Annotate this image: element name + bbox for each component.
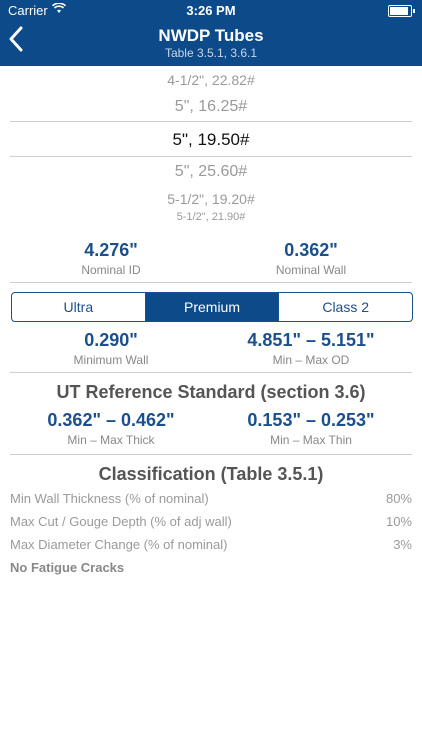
battery-icon [388, 5, 415, 17]
classification-row: Max Cut / Gouge Depth (% of adj wall) 10… [10, 514, 412, 529]
section-divider [10, 372, 412, 373]
thick-range-label: Min – Max Thick [67, 433, 155, 447]
classification-row-value: 80% [385, 491, 412, 506]
od-range-stat: 4.851" – 5.151" Min – Max OD [221, 330, 401, 367]
picker-item-selected[interactable]: 5", 19.50# [10, 130, 412, 150]
picker-item[interactable]: 5-1/2", 19.20# [10, 191, 412, 207]
picker-item[interactable]: 5", 25.60# [10, 163, 412, 181]
ut-reference-title: UT Reference Standard (section 3.6) [56, 382, 366, 402]
page-title: NWDP Tubes [158, 26, 264, 45]
segment-class-2[interactable]: Class 2 [279, 293, 412, 321]
segment-ultra[interactable]: Ultra [12, 293, 146, 321]
classification-row-value: 10% [385, 514, 412, 529]
nominal-id-stat: 4.276" Nominal ID [21, 240, 201, 277]
classification-row: Max Diameter Change (% of nominal) 3% [10, 537, 412, 552]
class-segmented-control[interactable]: Ultra Premium Class 2 [11, 292, 413, 322]
picker-divider [10, 156, 412, 157]
thick-range-value: 0.362" – 0.462" [47, 410, 175, 430]
section-divider [10, 282, 412, 283]
od-range-label: Min – Max OD [272, 353, 350, 367]
classification-row-label: Max Cut / Gouge Depth (% of adj wall) [10, 514, 232, 529]
nominal-id-value: 4.276" [84, 240, 138, 260]
picker-item[interactable]: 5", 16.25# [10, 98, 412, 116]
tube-size-picker[interactable]: 4-1/2", 22.82# 5", 16.25# 5", 19.50# 5",… [10, 66, 412, 226]
classification-row-label: Max Diameter Change (% of nominal) [10, 537, 228, 552]
classification-row-label: Min Wall Thickness (% of nominal) [10, 491, 209, 506]
page-subtitle: Table 3.5.1, 3.6.1 [164, 46, 258, 60]
nominal-wall-label: Nominal Wall [275, 263, 347, 277]
picker-item[interactable]: 4-1/2", 22.82# [10, 72, 412, 88]
fatigue-note: No Fatigue Cracks [10, 560, 125, 575]
classification-title: Classification (Table 3.5.1) [98, 464, 324, 484]
thick-range-stat: 0.362" – 0.462" Min – Max Thick [21, 410, 201, 447]
picker-divider [10, 121, 412, 122]
classification-row: Min Wall Thickness (% of nominal) 80% [10, 491, 412, 506]
minimum-wall-value: 0.290" [84, 330, 138, 350]
status-time: 3:26 PM [186, 3, 236, 18]
nominal-wall-value: 0.362" [284, 240, 338, 260]
od-range-value: 4.851" – 5.151" [247, 330, 375, 350]
nominal-wall-stat: 0.362" Nominal Wall [221, 240, 401, 277]
status-bar: Carrier 3:26 PM [0, 0, 422, 22]
picker-item[interactable]: 5-1/2", 21.90# [10, 211, 412, 223]
classification-row-value: 3% [393, 537, 412, 552]
thin-range-stat: 0.153" – 0.253" Min – Max Thin [221, 410, 401, 447]
segment-premium[interactable]: Premium [145, 293, 280, 321]
minimum-wall-stat: 0.290" Minimum Wall [21, 330, 201, 367]
section-divider [10, 454, 412, 455]
thin-range-label: Min – Max Thin [270, 433, 352, 447]
minimum-wall-label: Minimum Wall [73, 353, 149, 367]
thin-range-value: 0.153" – 0.253" [247, 410, 375, 430]
nav-header: Carrier 3:26 PM NWDP Tubes Table 3.5.1, … [0, 0, 422, 66]
nominal-id-label: Nominal ID [81, 263, 141, 277]
